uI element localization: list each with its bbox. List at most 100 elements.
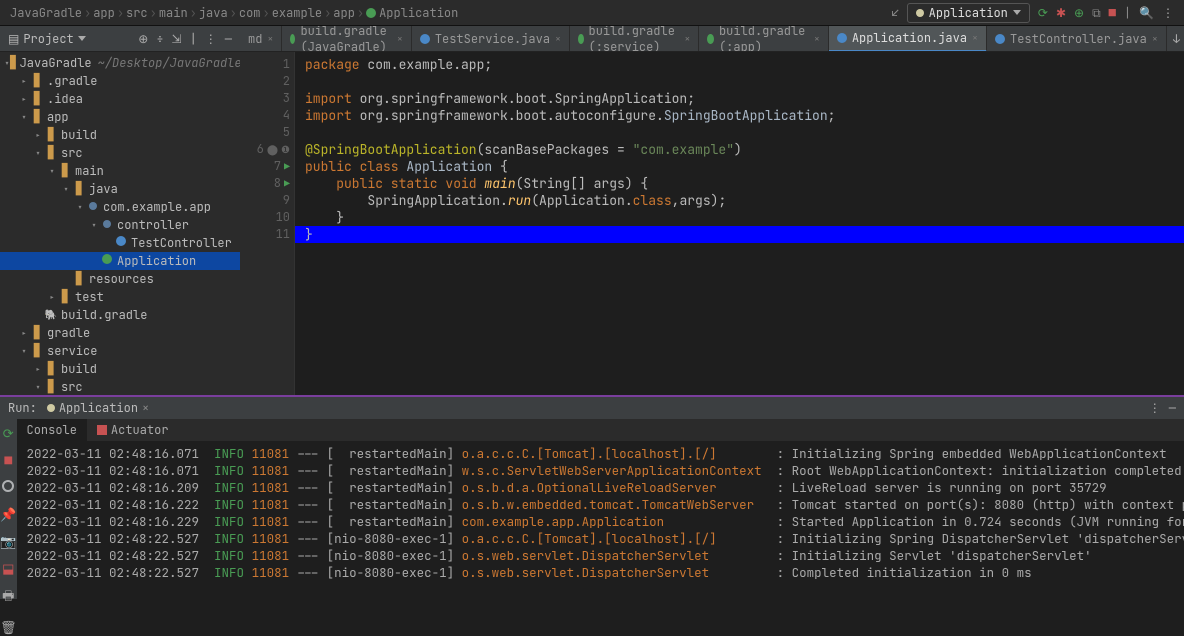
- close-icon[interactable]: ×: [555, 32, 561, 45]
- rerun-icon[interactable]: ⟳: [3, 425, 14, 442]
- close-icon[interactable]: ×: [267, 32, 273, 45]
- code-editor[interactable]: 123456⬤❶7▶8▶91011 package com.example.ap…: [240, 52, 1184, 395]
- editor-tab[interactable]: md×: [240, 26, 282, 52]
- settings-icon[interactable]: [2, 479, 14, 496]
- breadcrumb[interactable]: JavaGradle›app›src›main›java›com›example…: [10, 5, 458, 21]
- gutter-icon[interactable]: ⬤: [267, 141, 278, 158]
- tree-node[interactable]: ▸▉test: [0, 288, 240, 306]
- hide-icon[interactable]: —: [1169, 400, 1176, 416]
- tree-node[interactable]: ▾▉src: [0, 144, 240, 162]
- breadcrumb-item[interactable]: src: [126, 5, 148, 21]
- close-icon[interactable]: ×: [972, 31, 978, 44]
- hide-icon[interactable]: —: [225, 31, 232, 47]
- run-tab[interactable]: Console: [17, 419, 87, 441]
- stop-icon[interactable]: ■: [1109, 5, 1116, 21]
- more-icon[interactable]: ⋮: [1149, 400, 1161, 416]
- tree-node[interactable]: ▸build.gradle: [0, 306, 240, 324]
- profiler-icon[interactable]: ⧉: [1092, 5, 1101, 21]
- project-tree[interactable]: ▾▉JavaGradle~/Desktop/JavaGradle▸▉.gradl…: [0, 52, 240, 395]
- run-tool-config[interactable]: Application: [59, 400, 138, 416]
- tab-overflow-icon[interactable]: ↓: [1167, 31, 1184, 47]
- gutter-icon[interactable]: ▶: [284, 158, 290, 175]
- close-icon[interactable]: ×: [142, 400, 149, 416]
- console-output[interactable]: 2022-03-11 02:48:16.071 INFO 11081 --- […: [17, 441, 1184, 599]
- run-tabs[interactable]: ConsoleActuator: [17, 419, 1184, 441]
- expand-all-icon[interactable]: ÷: [156, 31, 163, 47]
- breadcrumb-item[interactable]: JavaGradle: [10, 5, 82, 21]
- close-icon[interactable]: ×: [814, 32, 820, 45]
- tree-node[interactable]: ▾▉main: [0, 162, 240, 180]
- tree-node[interactable]: ▾▉java: [0, 180, 240, 198]
- close-icon[interactable]: ×: [397, 32, 403, 45]
- tree-label: test: [75, 289, 104, 305]
- tree-node[interactable]: ▾▉app: [0, 108, 240, 126]
- back-icon[interactable]: ↙: [891, 5, 898, 21]
- tree-label: java: [89, 181, 118, 197]
- editor-tab[interactable]: build.gradle (:app)×: [699, 26, 828, 52]
- tree-node[interactable]: ▾▉JavaGradle~/Desktop/JavaGradle: [0, 54, 240, 72]
- tree-node[interactable]: ▾▉service: [0, 342, 240, 360]
- tree-node[interactable]: ▸▉.gradle: [0, 72, 240, 90]
- log-line: 2022-03-11 02:48:16.229 INFO 11081 --- […: [27, 513, 1184, 530]
- settings-icon[interactable]: |: [190, 31, 197, 47]
- breadcrumb-item[interactable]: example: [272, 5, 322, 21]
- close-icon[interactable]: ×: [684, 32, 690, 45]
- breadcrumb-item[interactable]: java: [199, 5, 228, 21]
- camera-icon[interactable]: 📷: [0, 533, 16, 550]
- chevron-down-icon[interactable]: [78, 36, 86, 41]
- pin-icon[interactable]: 📌: [0, 506, 16, 523]
- breadcrumb-item[interactable]: app: [333, 5, 355, 21]
- log-line: 2022-03-11 02:48:22.527 INFO 11081 --- […: [27, 564, 1184, 581]
- debug-icon[interactable]: ✱: [1056, 5, 1066, 21]
- run-tool-label: Run:: [8, 400, 37, 416]
- breadcrumb-item[interactable]: main: [159, 5, 188, 21]
- tree-node[interactable]: ▾▉src: [0, 378, 240, 395]
- tree-node[interactable]: ▸▉build: [0, 126, 240, 144]
- tree-node[interactable]: ▸▉build: [0, 360, 240, 378]
- editor-tab[interactable]: Application.java×: [829, 26, 987, 52]
- tree-node[interactable]: ▸Application: [0, 252, 240, 270]
- tree-node[interactable]: ▾controller: [0, 216, 240, 234]
- run-config-icon: [916, 9, 924, 17]
- gutter-icon[interactable]: ▶: [284, 175, 290, 192]
- editor-tab[interactable]: TestService.java×: [412, 26, 570, 52]
- select-opened-file-icon[interactable]: ⊕: [138, 31, 148, 47]
- log-line: 2022-03-11 02:48:16.222 INFO 11081 --- […: [27, 496, 1184, 513]
- gutter-icon[interactable]: ❶: [281, 141, 290, 158]
- editor-tab[interactable]: build.gradle (:service)×: [570, 26, 699, 52]
- run-tool-window: Run: Application × ⋮ — ⟳ ■ 📌 📷 ⬓ 🖶 🗑 Con…: [0, 395, 1184, 599]
- breadcrumb-item[interactable]: com: [239, 5, 261, 21]
- breadcrumb-item[interactable]: app: [93, 5, 115, 21]
- log-line: 2022-03-11 02:48:16.071 INFO 11081 --- […: [27, 445, 1184, 462]
- log-line: 2022-03-11 02:48:22.527 INFO 11081 --- […: [27, 530, 1184, 547]
- breadcrumb-item[interactable]: Application: [366, 5, 458, 21]
- editor-tab[interactable]: build.gradle (JavaGradle)×: [282, 26, 411, 52]
- code-content[interactable]: package com.example.app;import org.sprin…: [295, 52, 1184, 395]
- print-icon[interactable]: 🖶: [2, 587, 14, 609]
- more-icon[interactable]: ⋮: [1162, 5, 1174, 21]
- collapse-icon[interactable]: ⇲: [172, 31, 182, 47]
- editor-tab[interactable]: TestController.java×: [987, 26, 1167, 52]
- run-config-selector[interactable]: Application: [907, 3, 1030, 23]
- navigation-bar: JavaGradle›app›src›main›java›com›example…: [0, 0, 1184, 26]
- search-icon[interactable]: 🔍: [1139, 5, 1154, 21]
- run-tab[interactable]: Actuator: [87, 419, 179, 441]
- tree-node[interactable]: ▸▉.idea: [0, 90, 240, 108]
- close-icon[interactable]: ×: [1152, 32, 1158, 45]
- stop-icon[interactable]: ■: [4, 452, 12, 469]
- tree-node[interactable]: ▾com.example.app: [0, 198, 240, 216]
- run-icon[interactable]: ⟳: [1038, 5, 1048, 21]
- run-config-label: Application: [929, 5, 1008, 21]
- layout-icon[interactable]: ⬓: [2, 560, 14, 577]
- more-icon[interactable]: ⋮: [205, 31, 217, 47]
- gutter[interactable]: 123456⬤❶7▶8▶91011: [240, 52, 295, 395]
- editor-tabs[interactable]: md×build.gradle (JavaGradle)×TestService…: [240, 26, 1184, 52]
- coverage-icon[interactable]: ⊕: [1074, 5, 1084, 21]
- tree-node[interactable]: ▸TestController: [0, 234, 240, 252]
- tree-label: build: [61, 127, 97, 143]
- trash-icon[interactable]: 🗑: [0, 619, 17, 636]
- tree-label: TestController: [131, 235, 232, 251]
- tree-node[interactable]: ▸▉gradle: [0, 324, 240, 342]
- tree-node[interactable]: ▸▉resources: [0, 270, 240, 288]
- project-view-label[interactable]: Project: [23, 31, 73, 47]
